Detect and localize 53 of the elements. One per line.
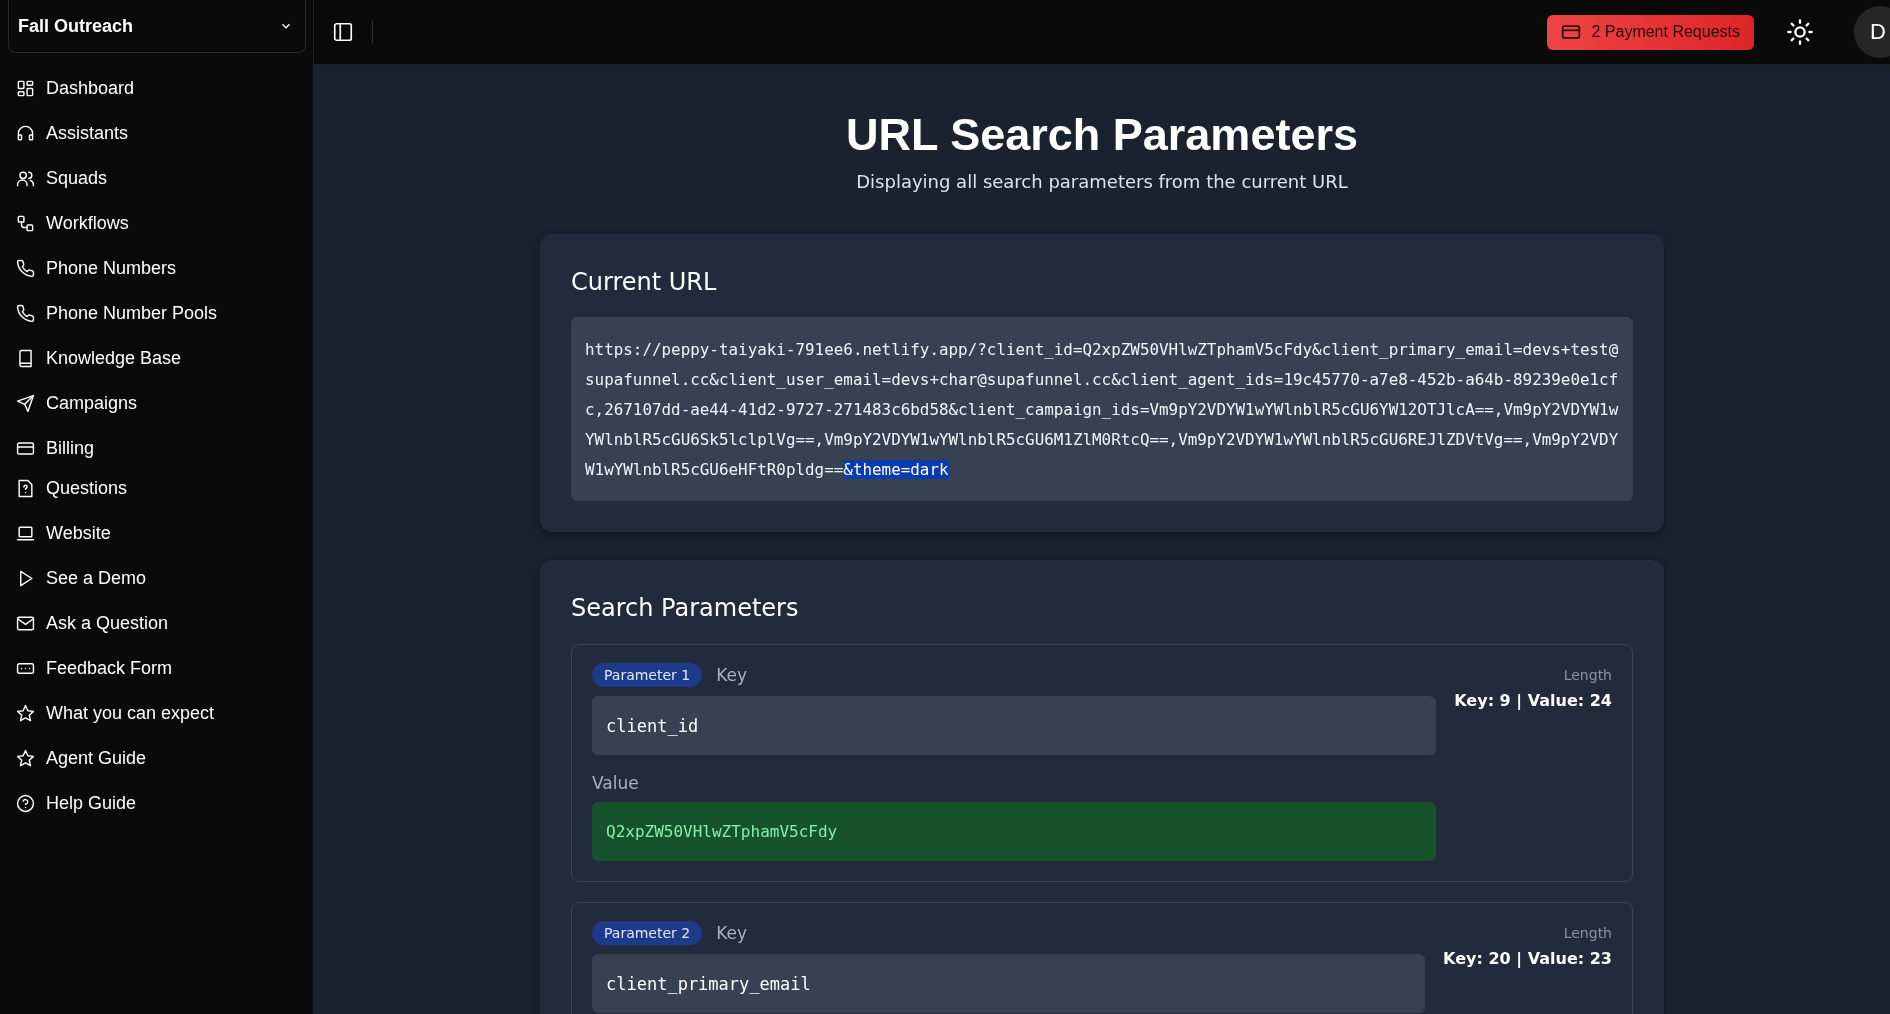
- sidebar-item[interactable]: Phone Number Pools: [8, 291, 305, 336]
- key-label: Key: [716, 923, 748, 943]
- sidebar-item[interactable]: Dashboard: [8, 66, 305, 111]
- users-icon: [16, 169, 35, 188]
- book-icon: [16, 349, 35, 368]
- help-icon: [16, 794, 35, 813]
- length-label: Length: [1563, 667, 1612, 683]
- sidebar-item[interactable]: Help Guide: [8, 781, 305, 826]
- sidebar-item[interactable]: Agent Guide: [8, 736, 305, 781]
- sidebar-item[interactable]: Knowledge Base: [8, 336, 305, 381]
- phone-icon: [16, 304, 35, 323]
- sidebar-toggle-icon[interactable]: [332, 21, 354, 43]
- question-file-icon: [16, 479, 35, 498]
- grid-icon: [16, 79, 35, 98]
- sidebar-item[interactable]: Campaigns: [8, 381, 305, 426]
- sidebar-item[interactable]: Workflows: [8, 201, 305, 246]
- sidebar-item[interactable]: What you can expect: [8, 691, 305, 736]
- page-subtitle: Displaying all search parameters from the current URL: [856, 171, 1348, 192]
- parameter-badge: Parameter 1: [592, 663, 703, 687]
- card-icon: [1561, 22, 1582, 42]
- key-field: client_id: [592, 696, 1437, 755]
- avatar[interactable]: D: [1854, 6, 1890, 58]
- key-field: client_primary_email: [592, 954, 1426, 1013]
- section-heading: Current URL: [571, 268, 718, 296]
- laptop-icon: [16, 524, 35, 543]
- phone-icon: [16, 259, 35, 278]
- url-text: https://peppy-taiyaki-791ee6.netlify.app/?client_id=Q2xpZW50VHlwZTphamV5cFdy&client_primary_email=devs+test@supafunnel.cc&client_user_email=devs+char@supafunnel.cc&client_agent_ids=19c45770-a7e8-452b-a64b-89239e0e1cfc,267107dd-ae44-41d2-9727-271483c6bd58&client_campaign_ids=Vm9pY2VDYW1wYWlnblR5cGU6YW12OTJlcA==,Vm9pY2VDYW1wYWlnblR5cGU6Sk5lclplVg==,Vm9pY2VDYW1wYWlnblR5cGU6M1ZlM0RtcQ==,Vm9pY2VDYW1wYWlnblR5cGU6REJlZDVtVg==,Vm9pY2VDYW1wYWlnblR5cGU6eHFtR0pldg==&theme=dark: [571, 317, 1633, 501]
- sidebar-item[interactable]: Website: [8, 511, 305, 556]
- payment-requests-button[interactable]: 2 Payment Requests: [1547, 14, 1754, 50]
- sun-icon[interactable]: [1786, 18, 1814, 46]
- value-label: Value: [592, 773, 640, 793]
- mail-icon: [16, 614, 35, 633]
- length-value: Key: 9 | Value: 24: [1454, 691, 1612, 710]
- section-heading: Search Parameters: [571, 594, 800, 622]
- sidebar-item[interactable]: Ask a Question: [8, 601, 305, 646]
- length-value: Key: 20 | Value: 23: [1443, 949, 1612, 968]
- sidebar-item[interactable]: See a Demo: [8, 556, 305, 601]
- length-label: Length: [1563, 925, 1612, 941]
- sidebar-item[interactable]: Phone Numbers: [8, 246, 305, 291]
- sidebar-item[interactable]: Squads: [8, 156, 305, 201]
- parameter-badge: Parameter 2: [592, 921, 703, 945]
- value-field: Q2xpZW50VHlwZTphamV5cFdy: [592, 802, 1437, 861]
- sidebar-item[interactable]: Feedback Form: [8, 646, 305, 691]
- sidebar-item[interactable]: Assistants: [8, 111, 305, 156]
- flow-icon: [16, 214, 35, 233]
- page-title: URL Search Parameters: [846, 109, 1358, 161]
- send-icon: [16, 394, 35, 413]
- workspace-dropdown[interactable]: Fall Outreach: [8, 0, 306, 53]
- card-icon: [16, 439, 35, 458]
- key-label: Key: [716, 665, 748, 685]
- star-icon: [16, 749, 35, 768]
- headset-icon: [16, 124, 35, 143]
- star-icon: [16, 704, 35, 723]
